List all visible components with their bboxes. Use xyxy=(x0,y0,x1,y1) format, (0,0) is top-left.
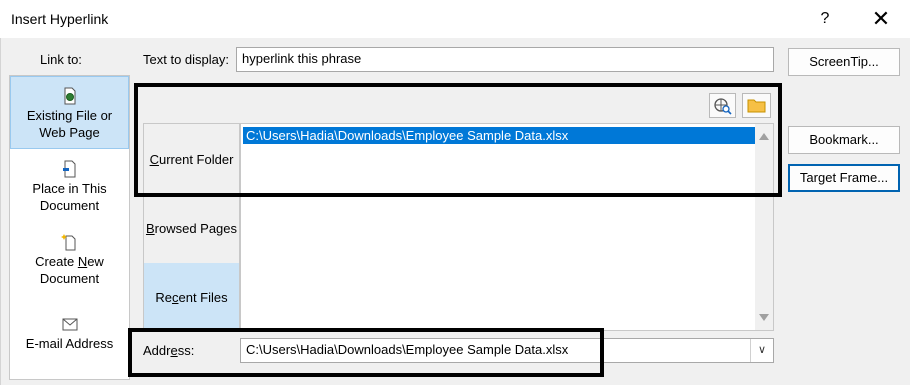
tab-browsed-pages[interactable]: Browsed Pages xyxy=(144,221,239,236)
nav-label-line1: Place in This xyxy=(32,181,107,196)
new-document-icon xyxy=(60,234,75,251)
nav-existing-file[interactable]: Existing File or Web Page xyxy=(10,76,129,149)
scroll-down-icon[interactable] xyxy=(759,314,769,321)
nav-label-line1: E-mail Address xyxy=(25,336,114,351)
bookmark-button[interactable]: Bookmark... xyxy=(788,126,900,154)
existing-file-icon xyxy=(64,87,75,105)
nav-label-line1: Create New xyxy=(35,254,104,269)
window-border xyxy=(0,38,1,385)
close-button[interactable]: ✕ xyxy=(862,6,900,32)
target-frame-button[interactable]: Target Frame... xyxy=(788,164,900,192)
nav-place-in-document[interactable]: Place in This Document xyxy=(10,160,129,214)
highlight-box-address xyxy=(128,328,604,377)
place-in-document-icon xyxy=(62,160,75,178)
dialog-title: Insert Hyperlink xyxy=(11,11,109,27)
tab-recent-files[interactable]: Recent Files xyxy=(144,263,239,330)
nav-label-line2: Document xyxy=(39,271,100,286)
link-to-label: Link to: xyxy=(40,52,82,67)
title-bar xyxy=(0,0,910,38)
screentip-button[interactable]: ScreenTip... xyxy=(788,48,900,76)
nav-label-line2: Web Page xyxy=(39,125,100,140)
link-to-pane: Existing File or Web Page Place in This … xyxy=(9,75,130,380)
text-to-display-label: Text to display: xyxy=(143,52,229,67)
text-to-display-input[interactable]: hyperlink this phrase xyxy=(236,47,774,72)
nav-email-address[interactable]: E-mail Address xyxy=(10,315,129,352)
nav-label-line1: Existing File or xyxy=(26,108,113,123)
help-button[interactable]: ? xyxy=(808,6,842,32)
nav-label-line2: Document xyxy=(39,198,100,213)
email-icon xyxy=(62,318,77,331)
nav-create-new-document[interactable]: Create New Document xyxy=(10,233,129,287)
highlight-box-file-list xyxy=(134,83,782,197)
chevron-down-icon[interactable]: ∨ xyxy=(750,339,773,362)
